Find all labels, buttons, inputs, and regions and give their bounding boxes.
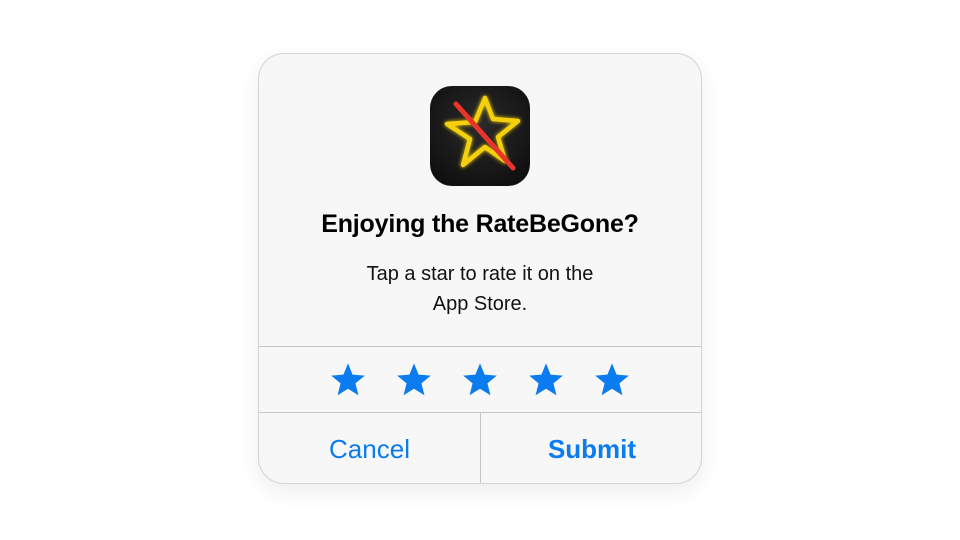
star-3-button[interactable] bbox=[461, 361, 499, 399]
star-icon bbox=[595, 362, 629, 395]
submit-button[interactable]: Submit bbox=[481, 413, 701, 483]
app-icon-graphic bbox=[444, 95, 521, 171]
dialog-title: Enjoying the RateBeGone? bbox=[321, 210, 639, 238]
rating-dialog: Enjoying the RateBeGone? Tap a star to r… bbox=[258, 53, 702, 484]
star-1-button[interactable] bbox=[329, 361, 367, 399]
star-icon bbox=[397, 362, 431, 395]
star-rating bbox=[259, 347, 701, 412]
star-5-button[interactable] bbox=[593, 361, 631, 399]
cancel-button[interactable]: Cancel bbox=[259, 413, 480, 483]
star-icon bbox=[331, 362, 365, 395]
app-icon bbox=[430, 86, 530, 186]
dialog-message-line-2: App Store. bbox=[432, 293, 528, 315]
star-icon bbox=[529, 362, 563, 395]
dialog-message-line-1: Tap a star to rate it on the bbox=[366, 263, 594, 285]
star-2-button[interactable] bbox=[395, 361, 433, 399]
dialog-message: Tap a star to rate it on the App Store. bbox=[259, 259, 701, 319]
star-4-button[interactable] bbox=[527, 361, 565, 399]
star-icon bbox=[463, 362, 497, 395]
